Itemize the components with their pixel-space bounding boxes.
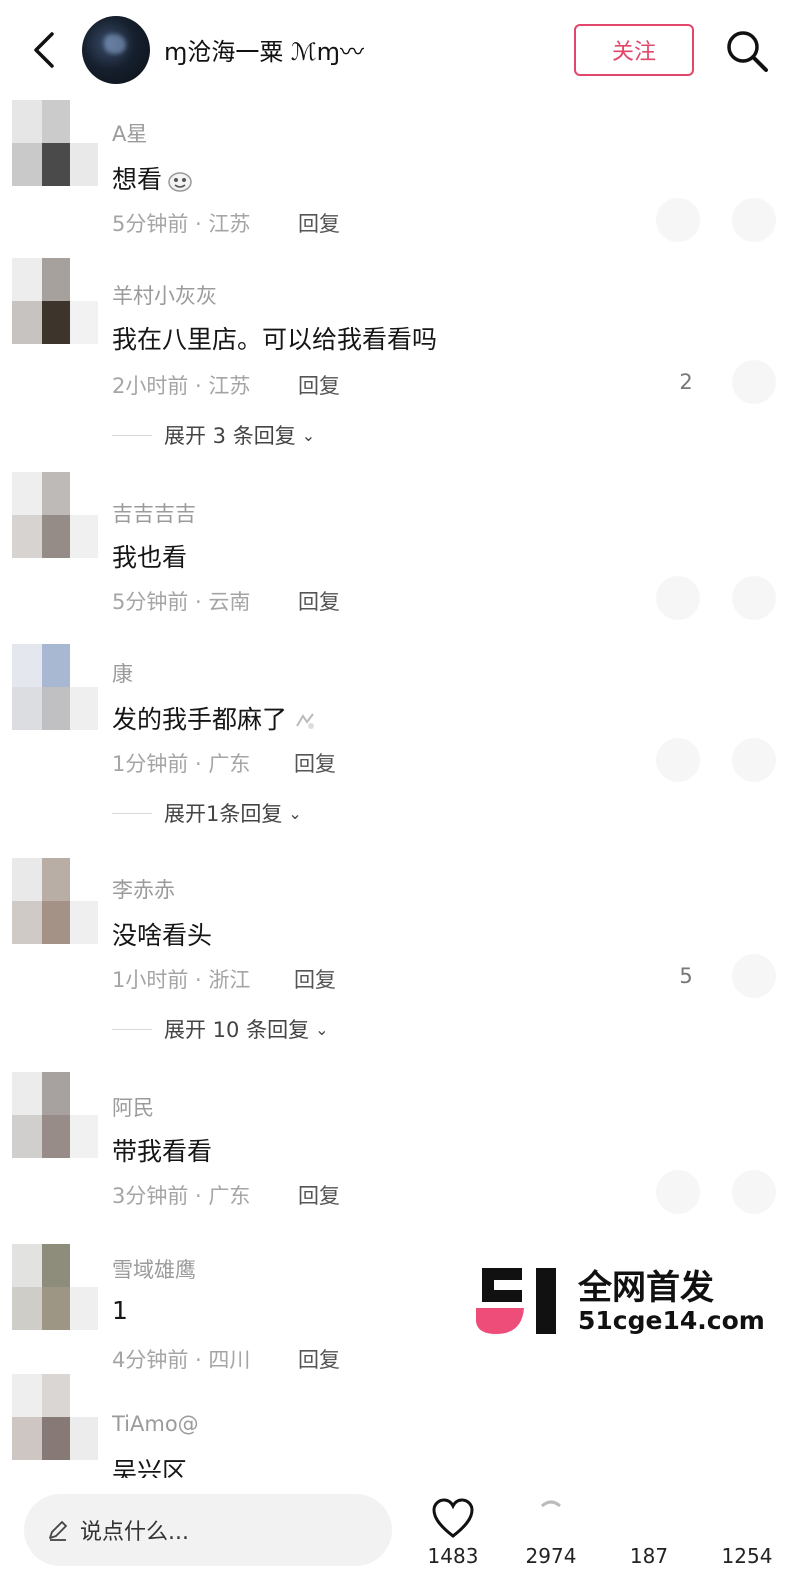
dislike-icon[interactable] (732, 360, 776, 404)
comment-text[interactable]: 没啥看头 (112, 916, 212, 952)
chevron-down-icon: ⌄ (301, 425, 316, 445)
dislike-icon[interactable] (732, 738, 776, 782)
sticker-emoji-icon (296, 713, 315, 729)
dislike-icon[interactable] (732, 576, 776, 620)
like-icon[interactable] (656, 738, 700, 782)
dislike-icon[interactable] (732, 954, 776, 998)
dislike-icon[interactable] (732, 1170, 776, 1214)
watermark-title: 全网首发 (578, 1268, 714, 1308)
commenter-name[interactable]: 吉吉吉吉 (112, 498, 196, 528)
reply-button[interactable]: 回复 (298, 586, 340, 616)
reply-button[interactable]: 回复 (298, 1180, 340, 1210)
commenter-name[interactable]: 康 (112, 658, 133, 688)
comment-meta: 2小时前 · 江苏 (112, 374, 251, 398)
chevron-down-icon: ⌄ (288, 803, 302, 823)
commenter-avatar[interactable] (12, 1072, 98, 1158)
commenter-avatar[interactable] (12, 100, 98, 186)
comment-text[interactable]: 1 (112, 1296, 128, 1325)
like-icon[interactable] (656, 1170, 700, 1214)
author-name[interactable]: ɱ沧海一粟 ℳɱ〰 (164, 32, 364, 67)
reply-button[interactable]: 回复 (298, 1344, 340, 1374)
star-icon (541, 1500, 561, 1508)
commenter-avatar[interactable] (12, 1374, 98, 1460)
commenter-name[interactable]: A星 (112, 118, 147, 148)
bottom-action-bar: 说点什么... 1483 2974 187 1254 (0, 1478, 800, 1573)
pen-icon (49, 1521, 67, 1541)
favorite-count: 2974 (525, 1544, 577, 1568)
comment-text-content: 发的我手都麻了 (112, 705, 288, 734)
commenter-avatar[interactable] (12, 644, 98, 730)
expand-replies-button[interactable]: 展开 10 条回复 ⌄ (112, 1014, 328, 1044)
share-count: 1254 (721, 1544, 773, 1568)
commenter-avatar[interactable] (12, 258, 98, 344)
comment-item: A星 想看 5分钟前 · 江苏 回复 (0, 100, 800, 250)
comment-text[interactable]: 发的我手都麻了 (112, 700, 319, 736)
comment-item: 羊村小灰灰 我在八里店。可以给我看看吗 2小时前 · 江苏 回复 2 展开 3 … (0, 258, 800, 458)
commenter-avatar[interactable] (12, 1244, 98, 1330)
comment-text[interactable]: 我也看 (112, 538, 187, 574)
reply-button[interactable]: 回复 (298, 208, 340, 238)
comment-meta: 1分钟前 · 广东 (112, 752, 251, 776)
comment-text[interactable]: 带我看看 (112, 1132, 212, 1168)
search-icon[interactable] (724, 28, 770, 74)
expand-label: 展开 3 条回复 (164, 424, 296, 448)
like-count: 2 (679, 370, 693, 394)
comment-input-placeholder: 说点什么... (80, 1520, 189, 1545)
expand-label: 展开1条回复 (164, 802, 283, 826)
smile-emoji-icon (168, 172, 192, 192)
expand-replies-button[interactable]: 展开 3 条回复 ⌄ (112, 420, 315, 450)
comment-text[interactable]: 想看 (112, 160, 194, 196)
comment-count: 187 (629, 1544, 669, 1568)
top-bar: ɱ沧海一粟 ℳɱ〰 关注 (0, 0, 800, 100)
like-stat[interactable]: 1483 (418, 1478, 488, 1568)
reply-button[interactable]: 回复 (294, 748, 336, 778)
comment-text-content: 想看 (112, 165, 163, 194)
chevron-down-icon: ⌄ (315, 1019, 329, 1039)
expand-label: 展开 10 条回复 (164, 1018, 310, 1042)
comment-meta: 3分钟前 · 广东 (112, 1184, 251, 1208)
commenter-name[interactable]: 阿民 (112, 1092, 154, 1122)
reply-button[interactable]: 回复 (294, 964, 336, 994)
divider (112, 1028, 152, 1030)
like-count: 1483 (427, 1544, 479, 1568)
expand-replies-button[interactable]: 展开1条回复 ⌄ (112, 798, 302, 828)
comment-meta: 4分钟前 · 四川 (112, 1348, 251, 1372)
comment-input[interactable]: 说点什么... (24, 1494, 392, 1566)
comment-item: TiAmo@ 吴兴区 (0, 1374, 800, 1486)
commenter-name[interactable]: 李赤赤 (112, 874, 175, 904)
watermark-domain: 51cge14.com (578, 1306, 765, 1335)
commenter-avatar[interactable] (12, 472, 98, 558)
commenter-avatar[interactable] (12, 858, 98, 944)
comment-meta: 5分钟前 · 云南 (112, 590, 251, 614)
commenter-name[interactable]: TiAmo@ (112, 1412, 199, 1436)
like-icon[interactable] (656, 198, 700, 242)
divider (112, 812, 152, 814)
favorite-stat[interactable]: 2974 (516, 1478, 586, 1568)
divider (112, 434, 152, 436)
comment-meta: 1小时前 · 浙江 (112, 968, 251, 992)
comment-item: 李赤赤 没啥看头 1小时前 · 浙江 回复 5 展开 10 条回复 ⌄ (0, 858, 800, 1058)
author-avatar[interactable] (82, 16, 150, 84)
dislike-icon[interactable] (732, 198, 776, 242)
like-count: 5 (679, 964, 693, 988)
comment-item: 康 发的我手都麻了 1分钟前 · 广东 回复 展开1条回复 ⌄ (0, 644, 800, 844)
commenter-name[interactable]: 雪域雄鹰 (112, 1254, 196, 1284)
commenter-name[interactable]: 羊村小灰灰 (112, 280, 217, 310)
comment-item: 吉吉吉吉 我也看 5分钟前 · 云南 回复 (0, 472, 800, 622)
follow-button[interactable]: 关注 (574, 24, 694, 76)
reply-button[interactable]: 回复 (298, 370, 340, 400)
comment-meta: 5分钟前 · 江苏 (112, 212, 251, 236)
comment-text[interactable]: 我在八里店。可以给我看看吗 (112, 320, 437, 356)
like-icon[interactable] (656, 576, 700, 620)
back-arrow-icon[interactable] (28, 30, 60, 70)
comment-item: 阿民 带我看看 3分钟前 · 广东 回复 (0, 1072, 800, 1222)
watermark-logo-icon (476, 1268, 556, 1334)
heart-icon (432, 1498, 474, 1538)
